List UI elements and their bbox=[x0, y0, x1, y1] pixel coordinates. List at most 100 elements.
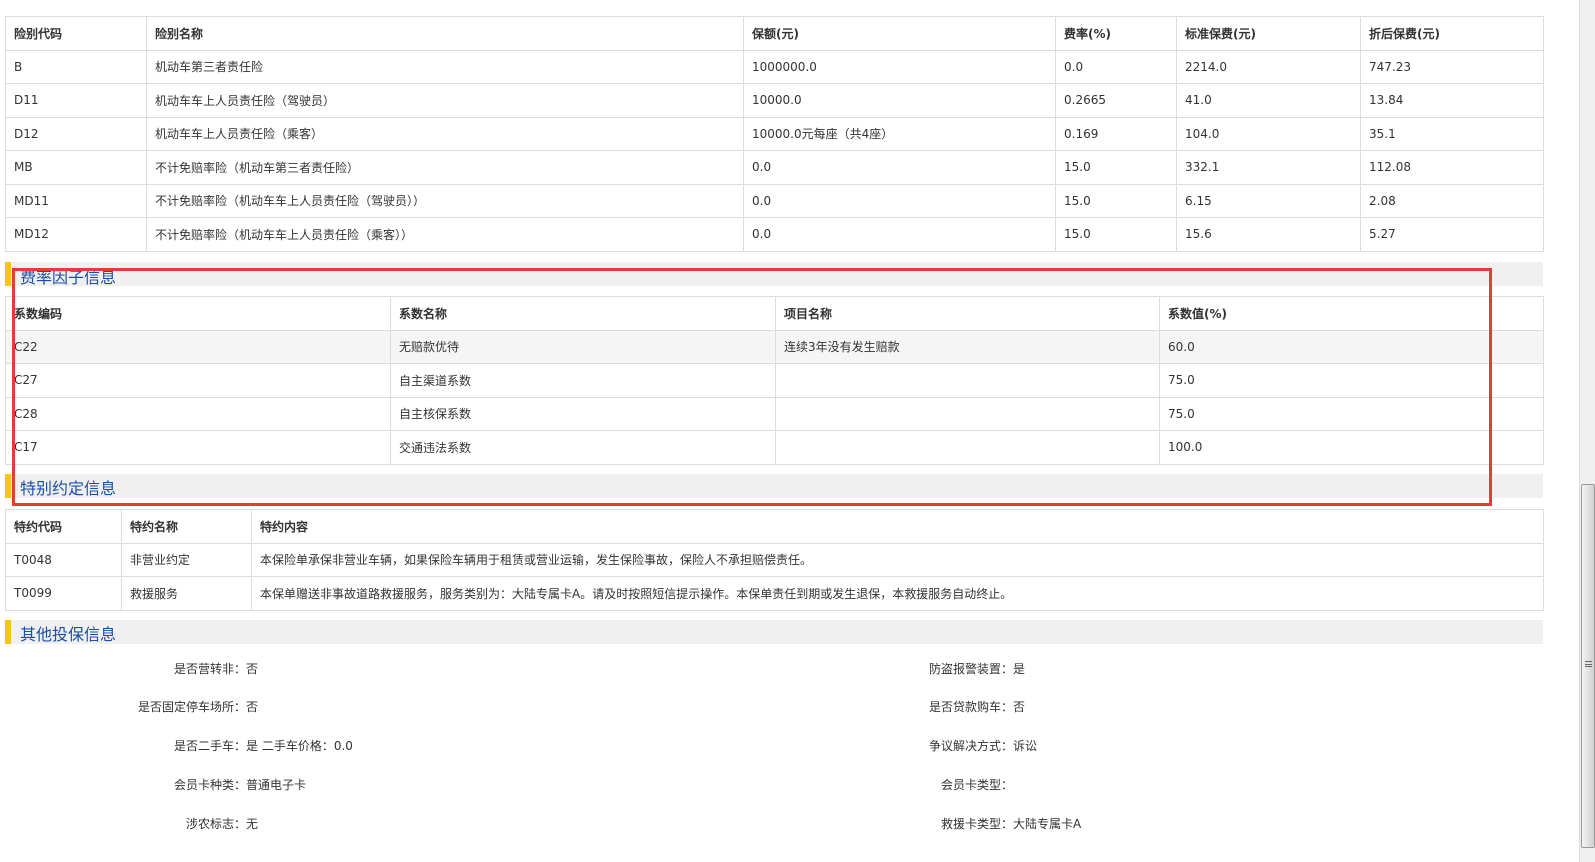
table-row: C27 自主渠道系数 75.0 bbox=[5, 363, 1544, 398]
table-cell: 15.0 bbox=[1055, 183, 1177, 218]
column-header: 系数值(%) bbox=[1159, 296, 1544, 331]
table-cell: 0.0 bbox=[743, 183, 1056, 218]
table-cell: 0.169 bbox=[1055, 116, 1177, 151]
table-cell: 0.0 bbox=[1055, 49, 1177, 84]
table-cell: MB bbox=[5, 150, 147, 185]
table-cell: MD11 bbox=[5, 183, 147, 218]
table-row: MD12 不计免赔率险（机动车车上人员责任险（乘客）） 0.0 15.0 15.6 5.2… bbox=[5, 217, 1544, 252]
other-section-header: 其他投保信息 bbox=[5, 620, 1543, 644]
table-cell: B bbox=[5, 49, 147, 84]
field-value: 大陆专属卡A bbox=[1013, 817, 1082, 831]
table-cell: 15.0 bbox=[1055, 217, 1177, 252]
table-row: D12 机动车车上人员责任险（乘客） 10000.0元每座（共4座） 0.169 104… bbox=[5, 116, 1544, 151]
field-label: 防盗报警装置： bbox=[928, 662, 1013, 676]
section-title: 特别约定信息 bbox=[20, 479, 117, 498]
field-value: 是 bbox=[1013, 662, 1026, 676]
table-cell: 1000000.0 bbox=[743, 49, 1056, 84]
field-value: 诉讼 bbox=[1013, 739, 1038, 753]
table-cell: 5.27 bbox=[1360, 217, 1544, 252]
field-value: 否 bbox=[246, 700, 259, 714]
field-label: 是否固定停车场所： bbox=[137, 700, 246, 714]
section-marker bbox=[5, 262, 11, 286]
table-cell: 75.0 bbox=[1159, 396, 1544, 431]
table-row: MB 不计免赔率险（机动车第三者责任险） 0.0 15.0 332.1 112.08 bbox=[5, 150, 1544, 185]
field-label: 会员卡种类： bbox=[173, 778, 246, 792]
column-header: 系数编码 bbox=[5, 296, 391, 331]
table-cell: 10000.0 bbox=[743, 83, 1056, 118]
table-cell: 自主核保系数 bbox=[390, 396, 776, 431]
field-value: 否 bbox=[246, 662, 259, 676]
table-cell bbox=[775, 430, 1160, 465]
table-cell: 2.08 bbox=[1360, 183, 1544, 218]
field-label: 救援卡类型： bbox=[940, 817, 1013, 831]
table-cell: 332.1 bbox=[1176, 150, 1361, 185]
table-cell: 15.6 bbox=[1176, 217, 1361, 252]
table-cell: 不计免赔率险（机动车车上人员责任险（乘客）） bbox=[146, 217, 744, 252]
field-value: 否 bbox=[1013, 700, 1026, 714]
table-cell: 6.15 bbox=[1176, 183, 1361, 218]
special-terms-table: 特约代码 特约名称 特约内容 T0048 非营业约定 本保险单承保非营业车辆，如果保险车辆… bbox=[5, 509, 1544, 611]
table-cell: 救援服务 bbox=[121, 576, 252, 611]
field-label: 是否贷款购车： bbox=[928, 700, 1013, 714]
column-header: 特约名称 bbox=[121, 509, 252, 544]
table-cell: 10000.0元每座（共4座） bbox=[743, 116, 1056, 151]
table-cell bbox=[775, 396, 1160, 431]
table-row: B 机动车第三者责任险 1000000.0 0.0 2214.0 747.23 bbox=[5, 49, 1544, 84]
header-row: 险别代码 险别名称 保额(元) 费率(%) 标准保费(元) 折后保费(元) bbox=[5, 16, 1544, 51]
table-cell: 104.0 bbox=[1176, 116, 1361, 151]
table-cell: C22 bbox=[5, 329, 391, 364]
table-cell: C17 bbox=[5, 430, 391, 465]
table-cell: 13.84 bbox=[1360, 83, 1544, 118]
table-row: C17 交通违法系数 100.0 bbox=[5, 430, 1544, 465]
table-row: C28 自主核保系数 75.0 bbox=[5, 396, 1544, 431]
field-label: 涉农标志： bbox=[185, 817, 246, 831]
rate-factor-section-header: 费率因子信息 bbox=[5, 262, 1543, 287]
table-cell: 本保险单承保非营业车辆，如果保险车辆用于租赁或营业运输，发生保险事故，保险人不承… bbox=[251, 542, 1544, 577]
table-cell: T0099 bbox=[5, 576, 122, 611]
section-marker bbox=[5, 474, 11, 498]
column-header: 费率(%) bbox=[1055, 16, 1177, 51]
column-header: 保额(元) bbox=[743, 16, 1056, 51]
column-header: 险别名称 bbox=[146, 16, 744, 51]
field-value: 是 二手车价格：0.0 bbox=[246, 739, 353, 753]
column-header: 险别代码 bbox=[5, 16, 147, 51]
table-cell: 15.0 bbox=[1055, 150, 1177, 185]
table-cell: 非营业约定 bbox=[121, 542, 252, 577]
table-row: C22 无赔款优待 连续3年没有发生赔款 60.0 bbox=[5, 329, 1544, 364]
table-cell: C28 bbox=[5, 396, 391, 431]
field-label: 会员卡类型： bbox=[940, 778, 1013, 792]
table-cell: 747.23 bbox=[1360, 49, 1544, 84]
table-cell: 100.0 bbox=[1159, 430, 1544, 465]
column-header: 特约内容 bbox=[251, 509, 1544, 544]
header-row: 特约代码 特约名称 特约内容 bbox=[5, 509, 1544, 544]
table-cell: 0.0 bbox=[743, 150, 1056, 185]
table-row: MD11 不计免赔率险（机动车车上人员责任险（驾驶员）） 0.0 15.0 6.15 2.… bbox=[5, 183, 1544, 218]
table-cell: 本保单赠送非事故道路救援服务，服务类别为：大陆专属卡A。请及时按照短信提示操作。… bbox=[251, 576, 1544, 611]
table-cell: C27 bbox=[5, 363, 391, 398]
column-header: 项目名称 bbox=[775, 296, 1160, 331]
table-cell: 无赔款优待 bbox=[390, 329, 776, 364]
table-cell: 60.0 bbox=[1159, 329, 1544, 364]
scrollbar-thumb[interactable] bbox=[1581, 484, 1595, 848]
scrollbar[interactable] bbox=[1579, 0, 1595, 862]
field-value: 普通电子卡 bbox=[246, 778, 307, 792]
table-cell: 机动车车上人员责任险（乘客） bbox=[146, 116, 744, 151]
table-cell: D11 bbox=[5, 83, 147, 118]
table-cell: 41.0 bbox=[1176, 83, 1361, 118]
table-cell: T0048 bbox=[5, 542, 122, 577]
table-cell: 连续3年没有发生赔款 bbox=[775, 329, 1160, 364]
table-cell: 35.1 bbox=[1360, 116, 1544, 151]
field-label: 争议解决方式： bbox=[928, 739, 1013, 753]
field-label: 是否二手车： bbox=[173, 739, 246, 753]
rate-factor-table: 系数编码 系数名称 项目名称 系数值(%) C22 无赔款优待 连续3年没有发生赔款 60.0… bbox=[5, 296, 1544, 465]
column-header: 系数名称 bbox=[390, 296, 776, 331]
section-title: 其他投保信息 bbox=[20, 625, 117, 644]
grip-icon bbox=[1585, 661, 1592, 667]
table-cell: 0.0 bbox=[743, 217, 1056, 252]
column-header: 特约代码 bbox=[5, 509, 122, 544]
table-cell bbox=[775, 363, 1160, 398]
header-row: 系数编码 系数名称 项目名称 系数值(%) bbox=[5, 296, 1544, 331]
field-value: 无 bbox=[246, 817, 259, 831]
table-cell: 不计免赔率险（机动车第三者责任险） bbox=[146, 150, 744, 185]
table-row: T0099 救援服务 本保单赠送非事故道路救援服务，服务类别为：大陆专属卡A。请及时… bbox=[5, 576, 1544, 611]
